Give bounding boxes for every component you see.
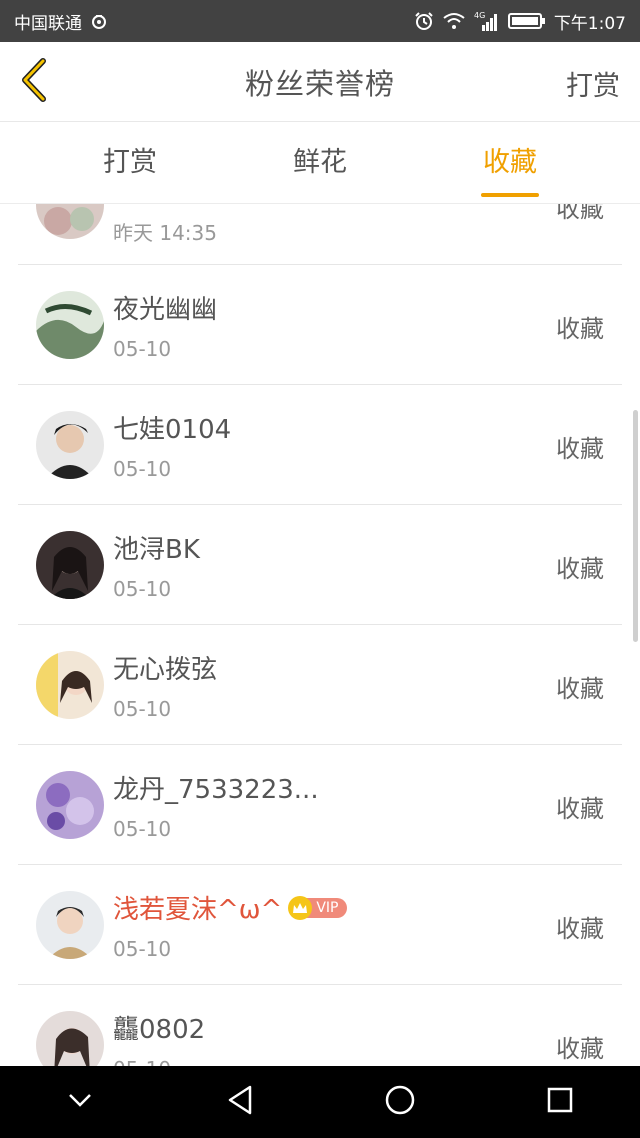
- avatar[interactable]: [36, 291, 104, 359]
- date-label: 05-10: [113, 817, 172, 841]
- list-item[interactable]: 龘0802 05-10 收藏: [0, 985, 640, 1066]
- user-name: 浅若夏沫^ω^: [113, 895, 283, 925]
- crown-icon: [288, 895, 313, 920]
- user-name-vip: 浅若夏沫^ω^ VIP: [113, 889, 347, 926]
- list-item[interactable]: 七娃0104 05-10 收藏: [0, 385, 640, 505]
- chevron-down-icon: [67, 1092, 93, 1112]
- reward-button[interactable]: 打赏: [566, 64, 620, 103]
- user-name: 龘0802: [113, 1015, 206, 1045]
- avatar[interactable]: [36, 771, 104, 839]
- date-label: 05-10: [113, 1057, 171, 1066]
- date-label: 05-10: [113, 697, 172, 721]
- avatar[interactable]: [36, 411, 104, 479]
- tab-favorites[interactable]: 收藏: [450, 122, 570, 204]
- network-type-label: 4G: [474, 11, 485, 20]
- avatar[interactable]: [36, 531, 104, 599]
- action-label: 收藏: [556, 675, 604, 703]
- action-label: 收藏: [556, 315, 604, 343]
- scrollbar[interactable]: [633, 410, 638, 642]
- triangle-back-icon: [226, 1085, 254, 1119]
- active-tab-indicator: [481, 193, 539, 197]
- list-item[interactable]: 池浔BK 05-10 收藏: [0, 505, 640, 625]
- square-recents-icon: [546, 1086, 574, 1118]
- tab-bar: 打赏 鲜花 收藏: [0, 122, 640, 204]
- user-name: 龙丹_7533223...: [113, 775, 319, 805]
- home-nav-button[interactable]: [370, 1072, 430, 1132]
- date-label: 05-10: [113, 457, 172, 481]
- battery-icon: [507, 12, 546, 30]
- list-item[interactable]: 浅若夏沫^ω^ VIP 05-10 收藏: [0, 865, 640, 985]
- back-nav-button[interactable]: [210, 1072, 270, 1132]
- carrier-label: 中国联通: [14, 13, 82, 34]
- user-name: 夜光幽幽: [113, 295, 218, 325]
- alarm-icon: [414, 11, 434, 31]
- hide-nav-button[interactable]: [50, 1072, 110, 1132]
- user-name: 七娃0104: [113, 415, 232, 445]
- action-label: 收藏: [556, 1035, 604, 1063]
- tab-reward[interactable]: 打赏: [70, 122, 190, 204]
- list-item[interactable]: 龙丹_7533223... 05-10 收藏: [0, 745, 640, 865]
- date-label: 05-10: [113, 937, 172, 961]
- avatar[interactable]: [36, 651, 104, 719]
- avatar[interactable]: [36, 891, 104, 959]
- list-item[interactable]: 夜光幽幽 05-10 收藏: [0, 265, 640, 385]
- page-title: 粉丝荣誉榜: [244, 66, 395, 101]
- vip-badge: VIP: [288, 895, 347, 920]
- recents-nav-button[interactable]: [530, 1072, 590, 1132]
- tab-flowers[interactable]: 鲜花: [260, 122, 380, 204]
- fans-list-viewport[interactable]: 昨天 14:35 收藏 夜光幽幽 05-10 收藏 七娃0104 05-10 收…: [0, 204, 640, 1066]
- date-label: 05-10: [113, 577, 172, 601]
- fans-list: 昨天 14:35 收藏 夜光幽幽 05-10 收藏 七娃0104 05-10 收…: [0, 204, 640, 1066]
- circle-home-icon: [384, 1084, 416, 1120]
- action-label: 收藏: [556, 915, 604, 943]
- user-name: 池浔BK: [113, 535, 200, 565]
- action-label: 收藏: [556, 555, 604, 583]
- date-label: 05-10: [113, 337, 172, 361]
- action-label: 收藏: [556, 204, 604, 223]
- avatar[interactable]: [36, 204, 104, 239]
- list-item[interactable]: 昨天 14:35 收藏: [0, 204, 640, 265]
- clock-label: 下午1:07: [553, 13, 626, 34]
- system-nav-bar: [0, 1066, 640, 1138]
- date-label: 昨天 14:35: [113, 221, 217, 245]
- action-label: 收藏: [556, 795, 604, 823]
- signal-icon: 4G: [474, 11, 500, 31]
- avatar[interactable]: [36, 1011, 104, 1066]
- status-bar: 中国联通 4G 下午1:07: [0, 0, 640, 42]
- carrier-logo-icon: [90, 12, 108, 30]
- wifi-icon: [442, 12, 466, 30]
- action-label: 收藏: [556, 435, 604, 463]
- list-item[interactable]: 无心拨弦 05-10 收藏: [0, 625, 640, 745]
- back-button[interactable]: [14, 58, 54, 106]
- chevron-left-icon: [17, 57, 51, 107]
- user-name: 无心拨弦: [113, 655, 218, 685]
- header: 粉丝荣誉榜 打赏: [0, 42, 640, 122]
